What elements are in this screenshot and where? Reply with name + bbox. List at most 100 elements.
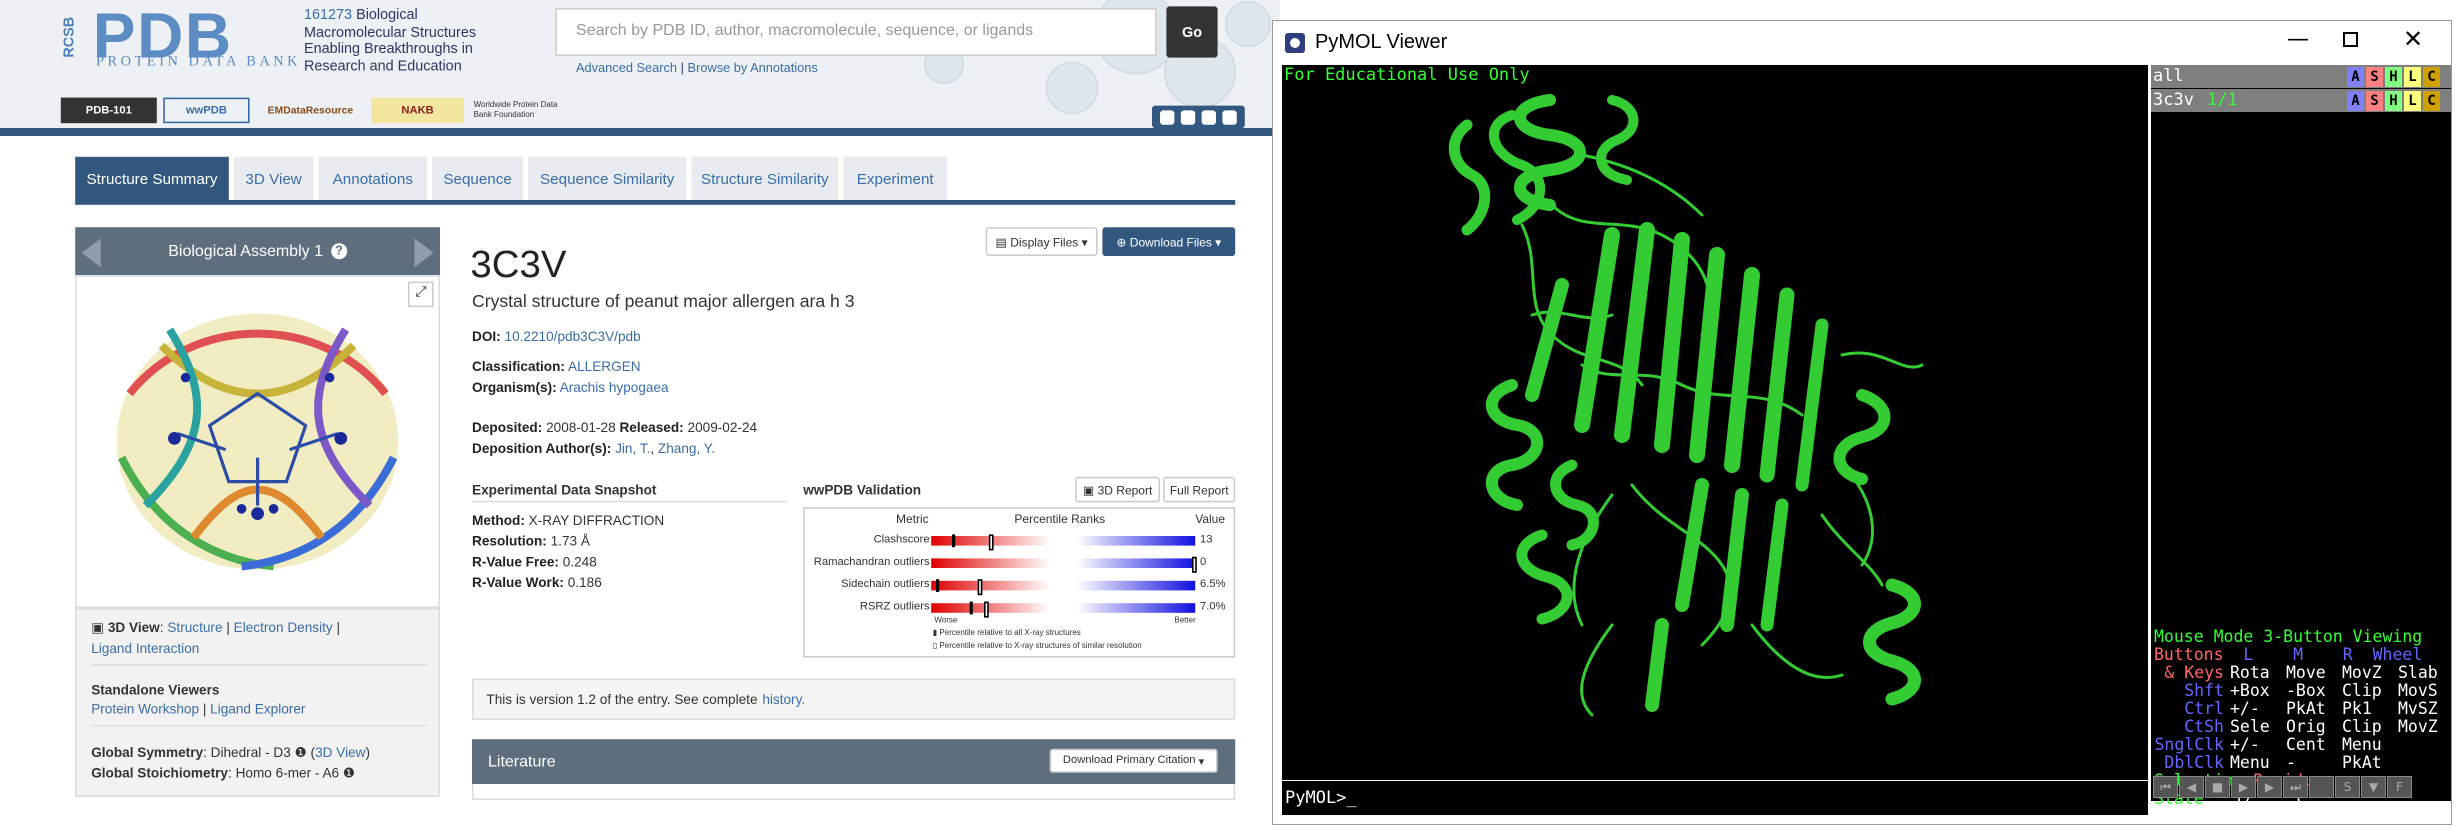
fullscreen-icon[interactable]: F — [2387, 776, 2412, 798]
doi-link[interactable]: 10.2210/pdb3C3V/pdb — [505, 328, 641, 344]
assembly-prev-icon[interactable] — [81, 238, 101, 268]
fast-forward-icon[interactable]: ⏭ — [2283, 776, 2308, 798]
info-icon[interactable]: ❶ — [343, 765, 355, 781]
ligand-explorer-link[interactable]: Ligand Explorer — [210, 701, 305, 717]
object-button-a[interactable]: A — [2347, 91, 2364, 111]
global-stoichiometry-row: Global Stoichiometry: Homo 6-mer - A6 ❶ — [91, 764, 356, 781]
tab-3d-view[interactable]: 3D View — [233, 156, 314, 202]
protein-workshop-link[interactable]: Protein Workshop — [91, 701, 199, 717]
tagline-line1: Biological — [356, 6, 418, 23]
assembly-header: Biological Assembly 1 ? — [75, 227, 440, 276]
mouse-action: Cent — [2286, 735, 2326, 754]
object-button-c[interactable]: C — [2423, 91, 2440, 111]
pdb101-logo[interactable]: PDB-101 — [60, 97, 157, 124]
classification-link[interactable]: ALLERGEN — [568, 358, 641, 374]
youtube-icon[interactable] — [1201, 109, 1216, 124]
info-icon[interactable]: ❶ — [295, 744, 307, 760]
pymol-command-line[interactable]: PyMOL>_ — [1282, 781, 2148, 815]
mouse-action: MovZ — [2398, 717, 2438, 736]
close-icon[interactable]: ✕ — [2398, 25, 2428, 55]
download-citation-button[interactable]: Download Primary Citation ▾ — [1049, 748, 1218, 773]
wwpdb-logo[interactable]: wwPDB — [163, 97, 250, 124]
mouse-action: Move — [2286, 663, 2326, 682]
object-button-c[interactable]: C — [2423, 67, 2440, 87]
worse-label: Worse — [934, 616, 958, 626]
github-icon[interactable] — [1222, 109, 1237, 124]
emdataresource-logo[interactable]: EMDataResource — [259, 98, 361, 124]
educational-watermark: For Educational Use Only — [1284, 65, 1530, 85]
better-label: Better — [1174, 616, 1196, 626]
validation-metric-value: 0 — [1200, 556, 1207, 568]
doi-label: DOI: — [472, 328, 501, 344]
stoichiometry-value: Homo 6-mer - A6 — [235, 764, 340, 781]
ligand-interaction-link[interactable]: Ligand Interaction — [91, 640, 199, 656]
play-icon[interactable]: ▶ — [2231, 776, 2256, 798]
pymol-titlebar[interactable]: PyMOL Viewer — ✕ — [1273, 21, 2451, 65]
advanced-search-link[interactable]: Advanced Search — [576, 61, 677, 75]
cube-icon: ▣ — [1082, 482, 1095, 497]
social-links — [1152, 105, 1245, 128]
site-header: RCSB PDB PROTEIN DATA BANK 161273 Biolog… — [0, 0, 1280, 132]
scene-icon[interactable]: S — [2335, 776, 2360, 798]
rcsb-logo-text[interactable]: RCSB — [61, 6, 90, 67]
step-forward-icon[interactable]: ▶ — [2257, 776, 2282, 798]
full-report-button[interactable]: Full Report — [1163, 476, 1236, 503]
object-button-s[interactable]: S — [2366, 91, 2383, 111]
search-go-button[interactable]: Go — [1166, 6, 1218, 58]
released-date: 2009-02-24 — [687, 419, 758, 436]
percentile-marker-similar — [983, 601, 989, 618]
rwork-value: 0.186 — [567, 574, 602, 591]
object-button-l[interactable]: L — [2404, 91, 2421, 111]
display-files-button[interactable]: ▤ Display Files ▾ — [985, 227, 1098, 256]
facebook-icon[interactable] — [1160, 109, 1175, 124]
object-button-l[interactable]: L — [2404, 67, 2421, 87]
step-back-icon[interactable]: ◀ — [2179, 776, 2204, 798]
object-button-h[interactable]: H — [2385, 67, 2402, 87]
electron-density-link[interactable]: Electron Density — [234, 619, 333, 635]
stop-icon[interactable]: ■ — [2205, 776, 2230, 798]
expand-icon[interactable]: ⤢ — [408, 281, 434, 308]
deposited-date: 2008-01-28 — [546, 419, 616, 436]
object-button-h[interactable]: H — [2385, 91, 2402, 111]
object-name: 3c3v — [2153, 90, 2194, 110]
tab-structure-summary[interactable]: Structure Summary — [75, 156, 229, 202]
history-link[interactable]: history. — [762, 691, 805, 707]
tagline: 161273 Biological Macromolecular Structu… — [304, 6, 480, 73]
nakb-logo[interactable]: NAKB — [371, 97, 464, 124]
version-text: This is version 1.2 of the entry. See co… — [486, 691, 758, 708]
tab-structure-similarity[interactable]: Structure Similarity — [691, 156, 839, 202]
mouse-mode-title[interactable]: Mouse Mode 3-Button Viewing — [2154, 628, 2422, 646]
assembly-next-icon[interactable] — [414, 238, 434, 268]
view-3d-row: ▣ 3D View: Structure | Electron Density … — [91, 619, 340, 636]
percentile-marker-all — [936, 579, 940, 592]
tab-sequence-similarity[interactable]: Sequence Similarity — [528, 156, 687, 202]
structure-view-link[interactable]: Structure — [167, 619, 222, 635]
search-input[interactable]: Search by PDB ID, author, macromolecule,… — [555, 8, 1157, 56]
tab-annotations[interactable]: Annotations — [318, 156, 428, 202]
minimize-icon[interactable]: — — [2283, 27, 2313, 57]
resolution-row: Resolution: 1.73 Å — [472, 532, 590, 549]
maximize-icon[interactable] — [2343, 32, 2358, 47]
assembly-image[interactable]: ⤢ — [75, 275, 440, 608]
3d-report-button[interactable]: ▣ 3D Report — [1075, 476, 1160, 503]
author-link[interactable]: Jin, T. — [615, 440, 650, 456]
object-button-s[interactable]: S — [2366, 67, 2383, 87]
twitter-icon[interactable] — [1180, 109, 1196, 124]
dropdown-icon[interactable]: ▼ — [2361, 776, 2386, 798]
header-links: Advanced Search | Browse by Annotations — [576, 61, 818, 75]
symmetry-3d-view-link[interactable]: 3D View — [315, 744, 365, 760]
object-button-a[interactable]: A — [2347, 67, 2364, 87]
organism-link[interactable]: Arachis hypogaea — [560, 379, 669, 395]
rewind-icon[interactable]: ⏮ — [2153, 776, 2178, 798]
pymol-viewport[interactable]: For Educational Use Only — [1282, 65, 2148, 780]
mouse-action: MovS — [2398, 681, 2438, 700]
tab-experiment[interactable]: Experiment — [843, 156, 948, 202]
help-icon[interactable]: ? — [330, 243, 347, 260]
mouse-action: Orig — [2286, 717, 2326, 736]
wwpdb-foundation-logo[interactable]: Worldwide Protein Data Bank Foundation — [474, 98, 570, 124]
author-link[interactable]: Zhang, Y. — [658, 440, 715, 456]
browse-annotations-link[interactable]: Browse by Annotations — [688, 61, 818, 75]
pymol-object-panel: all 3c3v 1/1 ASHLCASHLC Mouse Mode 3-But… — [2151, 65, 2451, 808]
tab-sequence[interactable]: Sequence — [432, 156, 524, 202]
download-files-button[interactable]: ⊕ Download Files ▾ — [1102, 227, 1236, 256]
